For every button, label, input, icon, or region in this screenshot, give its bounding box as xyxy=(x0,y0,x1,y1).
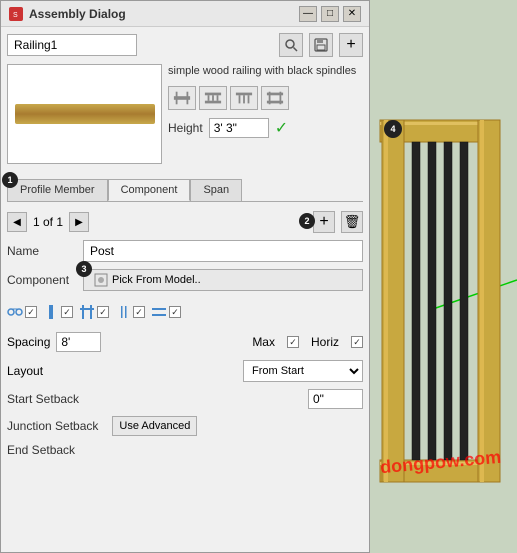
prev-button[interactable]: ◀ xyxy=(7,212,27,232)
name-field-row: Name xyxy=(7,240,363,262)
horiz-checkbox[interactable] xyxy=(351,336,363,348)
preview-box xyxy=(7,64,162,164)
component-field-row: Component 3 Pick From Model.. xyxy=(7,269,363,291)
icon-group-1 xyxy=(7,304,37,320)
pick-button-label: Pick From Model.. xyxy=(112,274,201,286)
junction-setback-label: Junction Setback xyxy=(7,419,98,433)
spindle-icon xyxy=(115,304,131,320)
spacing-input[interactable] xyxy=(56,332,101,352)
layout-select[interactable]: From Start Centered From End xyxy=(243,360,363,382)
height-label: Height xyxy=(168,121,203,135)
icon-group-2 xyxy=(43,304,73,320)
tabs-row: 1 Profile Member Component Span xyxy=(7,179,363,202)
delete-component-button[interactable]: 🗑 xyxy=(341,211,363,233)
spacing-label: Spacing xyxy=(7,335,50,349)
name-field-input[interactable] xyxy=(83,240,363,262)
restore-button[interactable]: □ xyxy=(321,6,339,22)
post-icon xyxy=(43,304,59,320)
checkbox-5[interactable] xyxy=(169,306,181,318)
nav-row: ◀ 1 of 1 ▶ 2 + 🗑 xyxy=(7,211,363,233)
nav-actions: 2 + 🗑 xyxy=(307,211,363,233)
railing-type-4-button[interactable] xyxy=(261,86,289,110)
start-setback-row: Start Setback xyxy=(7,389,363,409)
icon-group-3 xyxy=(79,304,109,320)
assembly-dialog: S Assembly Dialog — □ ✕ + xyxy=(0,0,370,553)
add-assembly-button[interactable]: + xyxy=(339,33,363,57)
horiz-label: Horiz xyxy=(311,335,339,349)
next-button[interactable]: ▶ xyxy=(69,212,89,232)
name-bar: + xyxy=(7,33,363,57)
tab-profile-member[interactable]: 1 Profile Member xyxy=(7,179,108,201)
tab-span-label: Span xyxy=(203,184,229,196)
checkbox-3[interactable] xyxy=(97,306,109,318)
checkbox-1[interactable] xyxy=(25,306,37,318)
nav-controls: ◀ 1 of 1 ▶ xyxy=(7,212,89,232)
tab-component[interactable]: Component xyxy=(108,179,191,201)
railing-preview xyxy=(15,104,155,124)
title-bar: S Assembly Dialog — □ ✕ xyxy=(1,1,369,27)
start-setback-input[interactable] xyxy=(308,389,363,409)
start-setback-label: Start Setback xyxy=(7,392,107,406)
badge-1: 1 xyxy=(2,172,18,188)
badge-4: 4 xyxy=(384,120,402,138)
name-field-label: Name xyxy=(7,244,77,258)
rail-icon xyxy=(151,304,167,320)
tab-span[interactable]: Span xyxy=(190,179,242,201)
fence-icon xyxy=(79,304,95,320)
app-icon: S xyxy=(9,7,23,21)
spacing-row: Spacing Max Horiz xyxy=(7,332,363,352)
railing-description: simple wood railing with black spindles xyxy=(168,64,363,78)
layout-label: Layout xyxy=(7,364,43,378)
dialog-body: + simple wood railing with black spindle… xyxy=(1,27,369,552)
window-controls: — □ ✕ xyxy=(299,6,361,22)
checkbox-2[interactable] xyxy=(61,306,73,318)
layout-row: Layout From Start Centered From End xyxy=(7,360,363,382)
tab-profile-label: Profile Member xyxy=(20,184,95,196)
railing-type-icons xyxy=(168,86,363,110)
close-button[interactable]: ✕ xyxy=(343,6,361,22)
nav-current: 1 of 1 xyxy=(33,215,63,229)
component-field-label: Component xyxy=(7,273,77,287)
height-confirm-button[interactable]: ✓ xyxy=(275,118,288,138)
assembly-name-input[interactable] xyxy=(7,34,137,56)
badge-3: 3 xyxy=(76,261,92,277)
top-section: simple wood railing with black spindles xyxy=(7,64,363,174)
railing-type-3-button[interactable] xyxy=(230,86,258,110)
pick-from-model-button[interactable]: 3 Pick From Model.. xyxy=(83,269,363,291)
add-component-button[interactable]: + xyxy=(313,211,335,233)
connect-icon xyxy=(7,304,23,320)
icon-group-5 xyxy=(151,304,181,320)
horiz-section: Max Horiz xyxy=(107,335,363,349)
railing-type-1-button[interactable] xyxy=(168,86,196,110)
checkbox-4[interactable] xyxy=(133,306,145,318)
height-input[interactable] xyxy=(209,118,269,138)
height-row: Height ✓ xyxy=(168,118,363,138)
junction-setback-row: Junction Setback Use Advanced xyxy=(7,416,363,436)
search-button[interactable] xyxy=(279,33,303,57)
railing-info: simple wood railing with black spindles xyxy=(168,64,363,174)
dialog-title: Assembly Dialog xyxy=(29,7,293,21)
max-label: Max xyxy=(252,335,275,349)
icons-row xyxy=(7,300,363,324)
minimize-button[interactable]: — xyxy=(299,6,317,22)
end-setback-row: End Setback xyxy=(7,443,363,457)
svg-text:S: S xyxy=(13,12,18,19)
use-advanced-button[interactable]: Use Advanced xyxy=(112,416,197,436)
icon-group-4 xyxy=(115,304,145,320)
railing-type-2-button[interactable] xyxy=(199,86,227,110)
end-setback-label: End Setback xyxy=(7,443,107,457)
badge-2: 2 xyxy=(299,213,315,229)
tab-component-label: Component xyxy=(121,184,178,196)
3d-viewport: 4 dongpow.com xyxy=(370,0,517,553)
save-button[interactable] xyxy=(309,33,333,57)
max-checkbox[interactable] xyxy=(287,336,299,348)
